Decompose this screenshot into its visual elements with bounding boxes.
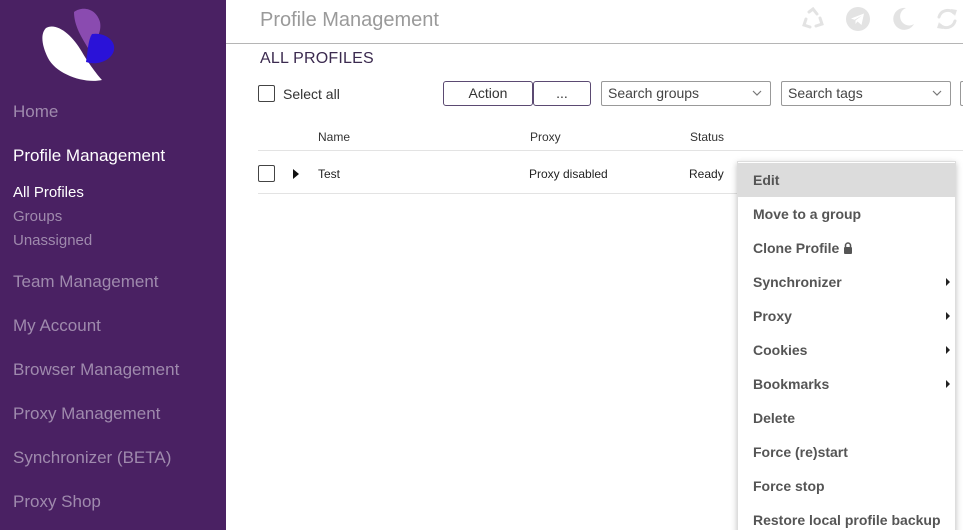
menu-item-delete[interactable]: Delete: [738, 401, 955, 435]
subnav-all-profiles[interactable]: All Profiles: [13, 184, 84, 201]
submenu-arrow-icon: [946, 312, 950, 320]
menu-item-restore-backup[interactable]: Restore local profile backup: [738, 503, 955, 530]
search-tags-select[interactable]: Search tags: [781, 81, 951, 106]
subnav-unassigned[interactable]: Unassigned: [13, 232, 92, 249]
nav-proxy-shop[interactable]: Proxy Shop: [13, 492, 101, 512]
more-button[interactable]: ...: [533, 81, 591, 106]
row-name: Test: [318, 167, 341, 181]
row-checkbox[interactable]: [258, 165, 275, 182]
menu-item-label: Clone Profile: [753, 240, 840, 256]
chevron-down-icon: [932, 90, 942, 96]
subnav-groups[interactable]: Groups: [13, 208, 62, 225]
menu-item-proxy[interactable]: Proxy: [738, 299, 955, 333]
expand-caret-icon[interactable]: [293, 169, 299, 179]
nav-synchronizer[interactable]: Synchronizer (BETA): [13, 448, 171, 468]
nav-browser-management[interactable]: Browser Management: [13, 360, 179, 380]
menu-item-clone-profile[interactable]: Clone Profile: [738, 231, 955, 265]
nav-team-management[interactable]: Team Management: [13, 272, 159, 292]
page-title: Profile Management: [260, 9, 439, 31]
butterfly-logo-icon: [42, 8, 115, 81]
submenu-arrow-icon: [946, 346, 950, 354]
search-groups-select[interactable]: Search groups: [601, 81, 771, 106]
context-menu: Edit Move to a group Clone Profile Synch…: [737, 161, 956, 530]
action-button[interactable]: Action: [443, 81, 533, 106]
menu-item-move-to-group[interactable]: Move to a group: [738, 197, 955, 231]
menu-item-label: Delete: [753, 410, 796, 426]
menu-item-label: Cookies: [753, 342, 808, 358]
table-row-divider: [258, 193, 738, 194]
recycle-icon[interactable]: [800, 6, 826, 32]
menu-item-label: Bookmarks: [753, 376, 830, 392]
refresh-icon[interactable]: [934, 6, 960, 32]
menu-item-cookies[interactable]: Cookies: [738, 333, 955, 367]
sidebar: Home Profile Management All Profiles Gro…: [0, 0, 226, 530]
menu-item-synchronizer[interactable]: Synchronizer: [738, 265, 955, 299]
header-divider: [226, 43, 963, 44]
column-header-proxy[interactable]: Proxy: [530, 130, 561, 144]
header-icons: [800, 6, 963, 34]
section-title: ALL PROFILES: [260, 50, 374, 67]
search-tags-placeholder: Search tags: [788, 85, 863, 101]
menu-item-edit[interactable]: Edit: [738, 163, 955, 197]
nav-profile-management[interactable]: Profile Management: [13, 146, 165, 166]
table-header-divider: [258, 150, 963, 151]
submenu-arrow-icon: [946, 278, 950, 286]
menu-item-label: Force (re)start: [753, 444, 848, 460]
menu-item-bookmarks[interactable]: Bookmarks: [738, 367, 955, 401]
select-all-label[interactable]: Select all: [283, 86, 340, 102]
select-all-checkbox[interactable]: [258, 85, 275, 102]
menu-item-label: Proxy: [753, 308, 792, 324]
row-status: Ready: [689, 167, 724, 181]
column-header-status[interactable]: Status: [690, 130, 724, 144]
nav-proxy-management[interactable]: Proxy Management: [13, 404, 160, 424]
nav-my-account[interactable]: My Account: [13, 316, 101, 336]
search-groups-placeholder: Search groups: [608, 85, 700, 101]
row-proxy: Proxy disabled: [529, 167, 608, 181]
moon-icon[interactable]: [890, 6, 916, 32]
nav-home[interactable]: Home: [13, 102, 58, 122]
menu-item-label: Restore local profile backup: [753, 512, 941, 528]
chevron-down-icon: [752, 90, 762, 96]
menu-item-label: Move to a group: [753, 206, 862, 222]
menu-item-label: Edit: [753, 172, 780, 188]
menu-item-label: Force stop: [753, 478, 825, 494]
telegram-icon[interactable]: [845, 6, 871, 32]
lock-icon: [844, 242, 853, 254]
submenu-arrow-icon: [946, 380, 950, 388]
menu-item-force-restart[interactable]: Force (re)start: [738, 435, 955, 469]
menu-item-label: Synchronizer: [753, 274, 842, 290]
column-header-name[interactable]: Name: [318, 130, 350, 144]
menu-item-force-stop[interactable]: Force stop: [738, 469, 955, 503]
